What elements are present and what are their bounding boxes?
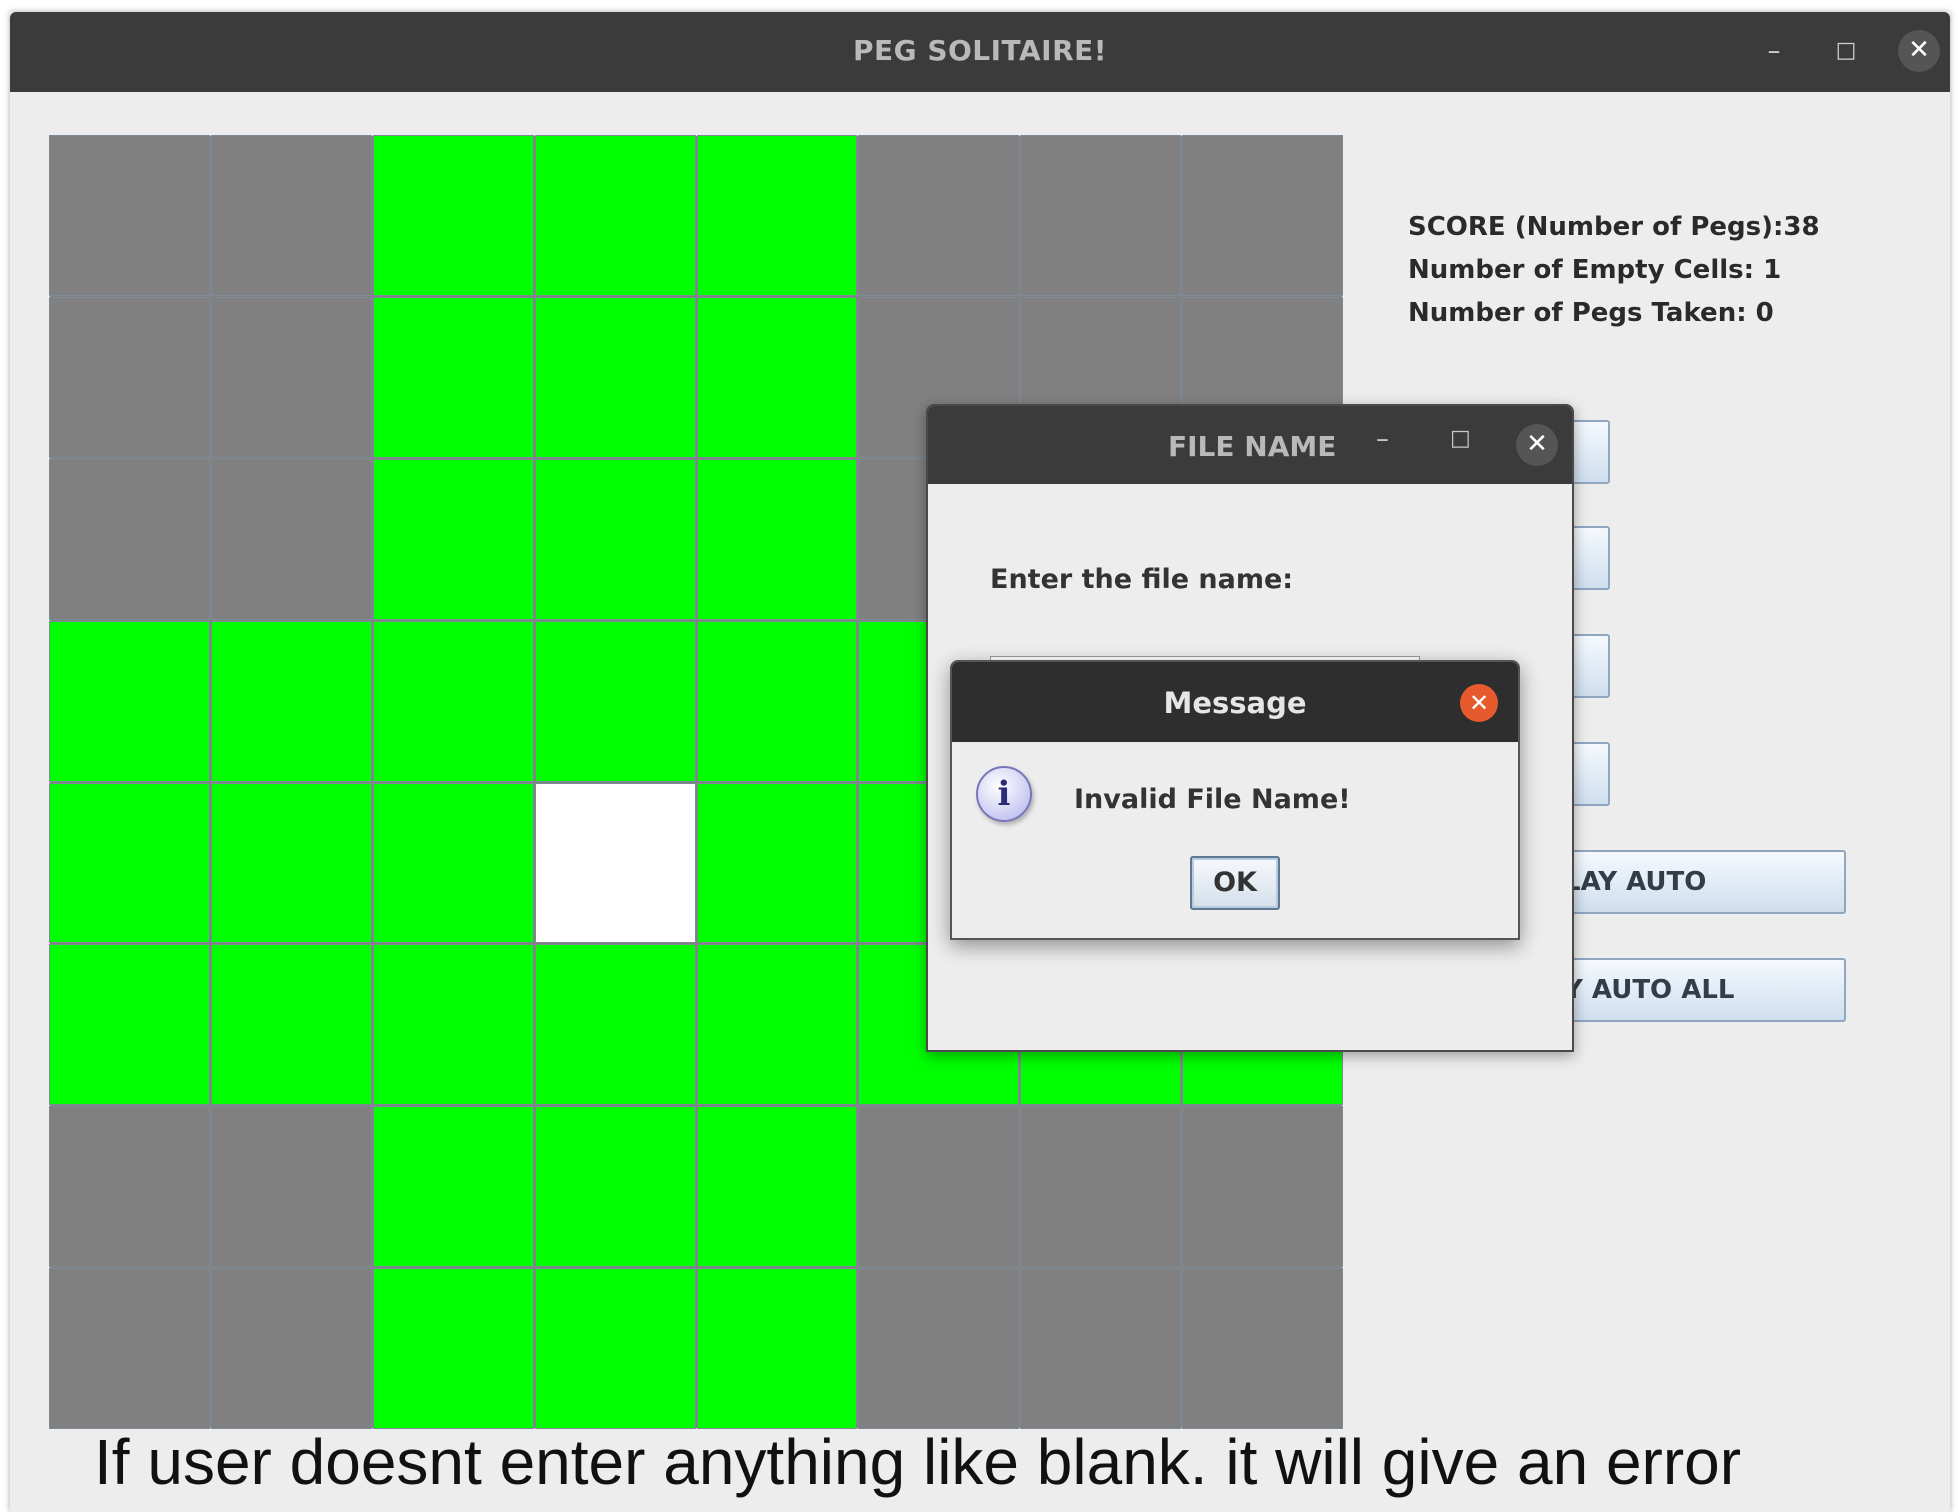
play-auto-all-button[interactable]: Y AUTO ALL bbox=[1550, 958, 1846, 1022]
score-label: SCORE (Number of Pegs):38 bbox=[1408, 212, 1820, 242]
info-icon: i bbox=[976, 766, 1032, 822]
board-cell-empty[interactable] bbox=[534, 782, 696, 944]
board-cell-blocked bbox=[210, 296, 372, 458]
ok-button[interactable]: OK bbox=[1190, 856, 1280, 910]
board-cell-peg[interactable] bbox=[49, 944, 210, 1106]
pegs-taken-label: Number of Pegs Taken: 0 bbox=[1408, 298, 1774, 328]
board-cell-blocked bbox=[210, 1106, 372, 1268]
board-cell-blocked bbox=[49, 135, 210, 296]
board-cell-peg[interactable] bbox=[696, 1106, 858, 1268]
board-cell-peg[interactable] bbox=[372, 944, 534, 1106]
board-cell-peg[interactable] bbox=[534, 620, 696, 782]
file-name-prompt: Enter the file name: bbox=[990, 564, 1294, 595]
board-cell-blocked bbox=[858, 135, 1020, 296]
board-cell-blocked bbox=[1020, 1268, 1182, 1429]
board-cell-peg[interactable] bbox=[372, 296, 534, 458]
close-button[interactable]: ✕ bbox=[1898, 30, 1940, 72]
board-cell-blocked bbox=[1182, 1106, 1343, 1268]
minimize-button[interactable]: – bbox=[1753, 30, 1795, 72]
board-cell-peg[interactable] bbox=[696, 620, 858, 782]
board-cell-peg[interactable] bbox=[49, 620, 210, 782]
board-cell-blocked bbox=[49, 1268, 210, 1429]
board-cell-peg[interactable] bbox=[696, 1268, 858, 1429]
board-cell-blocked bbox=[1020, 135, 1182, 296]
stats-panel: SCORE (Number of Pegs):38 Number of Empt… bbox=[1408, 206, 1820, 335]
board-cell-peg[interactable] bbox=[372, 458, 534, 620]
board-cell-peg[interactable] bbox=[534, 296, 696, 458]
board-cell-peg[interactable] bbox=[696, 944, 858, 1106]
board-cell-peg[interactable] bbox=[696, 782, 858, 944]
maximize-button[interactable]: □ bbox=[1825, 30, 1867, 72]
board-cell-peg[interactable] bbox=[534, 1106, 696, 1268]
board-cell-peg[interactable] bbox=[372, 1106, 534, 1268]
file-dialog-title: FILE NAME bbox=[1168, 430, 1337, 463]
board-cell-blocked bbox=[858, 1106, 1020, 1268]
board-cell-peg[interactable] bbox=[210, 620, 372, 782]
board-cell-peg[interactable] bbox=[696, 458, 858, 620]
message-text: Invalid File Name! bbox=[1074, 784, 1351, 815]
board-cell-peg[interactable] bbox=[49, 782, 210, 944]
board-cell-peg[interactable] bbox=[696, 296, 858, 458]
file-dialog-minimize-button[interactable]: – bbox=[1376, 424, 1389, 454]
board-cell-peg[interactable] bbox=[372, 1268, 534, 1429]
play-auto-button[interactable]: LAY AUTO bbox=[1550, 850, 1846, 914]
message-title-bar: Message ✕ bbox=[952, 662, 1518, 742]
board-cell-blocked bbox=[49, 296, 210, 458]
board-cell-peg[interactable] bbox=[210, 782, 372, 944]
file-dialog-close-button[interactable]: ✕ bbox=[1516, 424, 1558, 466]
board-cell-peg[interactable] bbox=[210, 944, 372, 1106]
board-cell-peg[interactable] bbox=[372, 135, 534, 296]
board-cell-peg[interactable] bbox=[372, 782, 534, 944]
board-cell-peg[interactable] bbox=[372, 620, 534, 782]
main-window: PEG SOLITAIRE! – □ ✕ SCORE (Number of Pe… bbox=[10, 12, 1950, 1512]
file-dialog-title-bar: FILE NAME – □ ✕ bbox=[928, 406, 1572, 484]
board-cell-peg[interactable] bbox=[696, 135, 858, 296]
board-cell-blocked bbox=[1020, 1106, 1182, 1268]
empty-cells-label: Number of Empty Cells: 1 bbox=[1408, 255, 1782, 285]
board-cell-peg[interactable] bbox=[534, 135, 696, 296]
board-cell-blocked bbox=[1182, 135, 1343, 296]
board-cell-peg[interactable] bbox=[534, 458, 696, 620]
file-dialog-maximize-button[interactable]: □ bbox=[1450, 426, 1471, 451]
board-cell-blocked bbox=[210, 458, 372, 620]
board-cell-blocked bbox=[1182, 1268, 1343, 1429]
board-cell-blocked bbox=[858, 1268, 1020, 1429]
message-close-button[interactable]: ✕ bbox=[1460, 684, 1498, 722]
message-title: Message bbox=[1163, 686, 1307, 720]
board-cell-blocked bbox=[210, 135, 372, 296]
board-cell-blocked bbox=[49, 458, 210, 620]
board-cell-blocked bbox=[49, 1106, 210, 1268]
title-bar: PEG SOLITAIRE! – □ ✕ bbox=[10, 12, 1950, 92]
message-dialog: Message ✕ i Invalid File Name! OK bbox=[950, 660, 1520, 940]
board-cell-blocked bbox=[210, 1268, 372, 1429]
window-title: PEG SOLITAIRE! bbox=[852, 34, 1108, 67]
board-cell-peg[interactable] bbox=[534, 1268, 696, 1429]
board-cell-peg[interactable] bbox=[534, 944, 696, 1106]
caption-text: If user doesnt enter anything like blank… bbox=[94, 1426, 1742, 1498]
